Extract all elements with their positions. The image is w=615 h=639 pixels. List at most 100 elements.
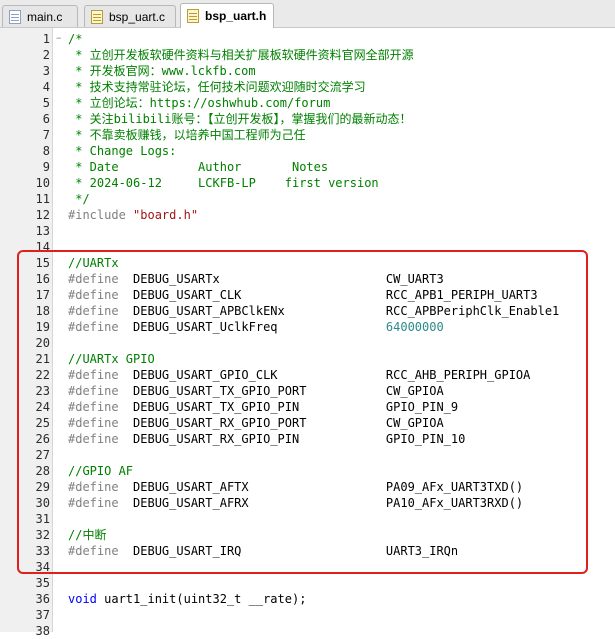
code-token: * 关注bilibili账号：【立创开发板】，掌握我们的最新动态！	[68, 112, 412, 126]
code-line[interactable]: 20	[0, 335, 615, 351]
code-line[interactable]: 30 #define DEBUG_USART_AFRX PA10_AFx_UART…	[0, 495, 615, 511]
code-line[interactable]: 17 #define DEBUG_USART_CLK RCC_APB1_PERIP…	[0, 287, 615, 303]
line-number: 32	[35, 528, 50, 542]
code-token: #define	[68, 480, 119, 494]
code-line[interactable]: 19 #define DEBUG_USART_UclkFreq 64000000	[0, 319, 615, 335]
line-number: 19	[35, 320, 50, 334]
code-line[interactable]: 32 //中断	[0, 527, 615, 543]
code-line[interactable]: 5 * 立创论坛：https://oshwhub.com/forum	[0, 95, 615, 111]
line-number: 21	[35, 352, 50, 366]
code-line[interactable]: 18 #define DEBUG_USART_APBClkENx RCC_APBP…	[0, 303, 615, 319]
code-text: #define DEBUG_USART_IRQ UART3_IRQn	[68, 543, 458, 559]
code-token: #define	[68, 304, 119, 318]
header-file-icon	[187, 9, 199, 23]
code-token: /*	[68, 32, 83, 46]
code-line[interactable]: 9 * Date Author Notes	[0, 159, 615, 175]
code-text: //中断	[68, 527, 106, 543]
line-number: 17	[35, 288, 50, 302]
code-line[interactable]: 10 * 2024-06-12 LCKFB-LP first version	[0, 175, 615, 191]
line-number: 30	[35, 496, 50, 510]
code-text: * 开发板官网：www.lckfb.com	[68, 63, 255, 79]
tab-bsp-uart-c[interactable]: bsp_uart.c	[84, 5, 176, 27]
code-line[interactable]: 21 //UARTx GPIO	[0, 351, 615, 367]
line-number: 3	[42, 64, 50, 78]
line-number: 5	[42, 96, 50, 110]
code-line[interactable]: 27	[0, 447, 615, 463]
code-token: * 2024-06-12 LCKFB-LP first version	[68, 176, 379, 190]
code-line[interactable]: 8 * Change Logs:	[0, 143, 615, 159]
code-token: DEBUG_USART_AFTX PA09_AFx_UART3TXD()	[118, 480, 524, 494]
line-number: 4	[42, 80, 50, 94]
code-text: * 2024-06-12 LCKFB-LP first version	[68, 175, 379, 191]
line-number: 6	[42, 112, 50, 126]
code-text: * 立创论坛：https://oshwhub.com/forum	[68, 95, 330, 111]
code-text: #define DEBUG_USART_GPIO_CLK RCC_AHB_PER…	[68, 367, 530, 383]
code-line[interactable]: 4 * 技术支持常驻论坛，任何技术问题欢迎随时交流学习	[0, 79, 615, 95]
tab-main-c[interactable]: main.c	[2, 5, 78, 27]
line-number: 20	[35, 336, 50, 350]
line-number: 12	[35, 208, 50, 222]
code-line[interactable]: 22 #define DEBUG_USART_GPIO_CLK RCC_AHB_P…	[0, 367, 615, 383]
code-token: //UARTx	[68, 256, 119, 270]
code-text: #define DEBUG_USART_RX_GPIO_PIN GPIO_PIN…	[68, 431, 465, 447]
file-tab-bar: main.c bsp_uart.c bsp_uart.h	[0, 0, 615, 28]
code-token: uart1_init(uint32_t __rate);	[96, 592, 307, 606]
code-token: #include	[68, 208, 134, 222]
line-number: 22	[35, 368, 50, 382]
code-text: #define DEBUG_USART_RX_GPIO_PORT CW_GPIO…	[68, 415, 444, 431]
code-token: DEBUG_USART_TX_GPIO_PIN GPIO_PIN_9	[118, 400, 459, 414]
code-line[interactable]: 23 #define DEBUG_USART_TX_GPIO_PORT CW_GP…	[0, 383, 615, 399]
code-line[interactable]: 35	[0, 575, 615, 591]
line-number: 18	[35, 304, 50, 318]
line-number: 7	[42, 128, 50, 142]
tab-label: main.c	[27, 9, 63, 24]
code-line[interactable]: 11 */	[0, 191, 615, 207]
c-file-icon	[91, 9, 103, 24]
fold-toggle-icon[interactable]: −	[56, 31, 64, 47]
code-line[interactable]: 36 void uart1_init(uint32_t __rate);	[0, 591, 615, 607]
code-token: DEBUG_USART_GPIO_CLK RCC_AHB_PERIPH_GPIO…	[118, 368, 531, 382]
code-line[interactable]: 37	[0, 607, 615, 623]
code-token: #define	[68, 544, 119, 558]
line-number: 33	[35, 544, 50, 558]
line-number: 34	[35, 560, 50, 574]
line-number: 25	[35, 416, 50, 430]
line-number: 2	[42, 48, 50, 62]
code-token: DEBUG_USART_CLK RCC_APB1_PERIPH_UART3	[118, 288, 538, 302]
code-line[interactable]: 38	[0, 623, 615, 639]
code-line[interactable]: 13	[0, 223, 615, 239]
code-line[interactable]: 33 #define DEBUG_USART_IRQ UART3_IRQn	[0, 543, 615, 559]
code-token: #define	[68, 432, 119, 446]
code-line[interactable]: 3 * 开发板官网：www.lckfb.com	[0, 63, 615, 79]
code-line[interactable]: 14	[0, 239, 615, 255]
code-token: * 技术支持常驻论坛，任何技术问题欢迎随时交流学习	[68, 80, 366, 94]
code-text: * Date Author Notes	[68, 159, 328, 175]
code-text: #define DEBUG_USART_APBClkENx RCC_APBPer…	[68, 303, 559, 319]
tab-bsp-uart-h[interactable]: bsp_uart.h	[180, 3, 274, 28]
code-text: #include "board.h"	[68, 207, 198, 223]
code-line[interactable]: 16 #define DEBUG_USARTx CW_UART3	[0, 271, 615, 287]
code-line[interactable]: 25 #define DEBUG_USART_RX_GPIO_PORT CW_GP…	[0, 415, 615, 431]
code-line[interactable]: 28 //GPIO AF	[0, 463, 615, 479]
code-line[interactable]: 26 #define DEBUG_USART_RX_GPIO_PIN GPIO_P…	[0, 431, 615, 447]
code-line[interactable]: 34	[0, 559, 615, 575]
code-text: * 不靠卖板赚钱，以培养中国工程师为己任	[68, 127, 305, 143]
code-line[interactable]: 2 * 立创开发板软硬件资料与相关扩展板软硬件资料官网全部开源	[0, 47, 615, 63]
code-line[interactable]: 1−/*	[0, 31, 615, 47]
code-token: DEBUG_USART_APBClkENx RCC_APBPeriphClk_E…	[118, 304, 560, 318]
code-line[interactable]: 15 //UARTx	[0, 255, 615, 271]
code-token: DEBUG_USART_IRQ UART3_IRQn	[118, 544, 459, 558]
code-line[interactable]: 24 #define DEBUG_USART_TX_GPIO_PIN GPIO_P…	[0, 399, 615, 415]
code-editor[interactable]: 1−/* 2 * 立创开发板软硬件资料与相关扩展板软硬件资料官网全部开源 3 * 开…	[0, 28, 615, 638]
code-line[interactable]: 7 * 不靠卖板赚钱，以培养中国工程师为己任	[0, 127, 615, 143]
code-token: */	[68, 192, 90, 206]
code-line[interactable]: 31	[0, 511, 615, 527]
line-number: 28	[35, 464, 50, 478]
code-token: * Change Logs:	[68, 144, 177, 158]
code-line[interactable]: 6 * 关注bilibili账号：【立创开发板】，掌握我们的最新动态！	[0, 111, 615, 127]
code-line[interactable]: 12 #include "board.h"	[0, 207, 615, 223]
line-number: 24	[35, 400, 50, 414]
code-line[interactable]: 29 #define DEBUG_USART_AFTX PA09_AFx_UART…	[0, 479, 615, 495]
code-token: DEBUG_USARTx CW_UART3	[118, 272, 444, 286]
code-text: #define DEBUG_USART_AFRX PA10_AFx_UART3R…	[68, 495, 523, 511]
